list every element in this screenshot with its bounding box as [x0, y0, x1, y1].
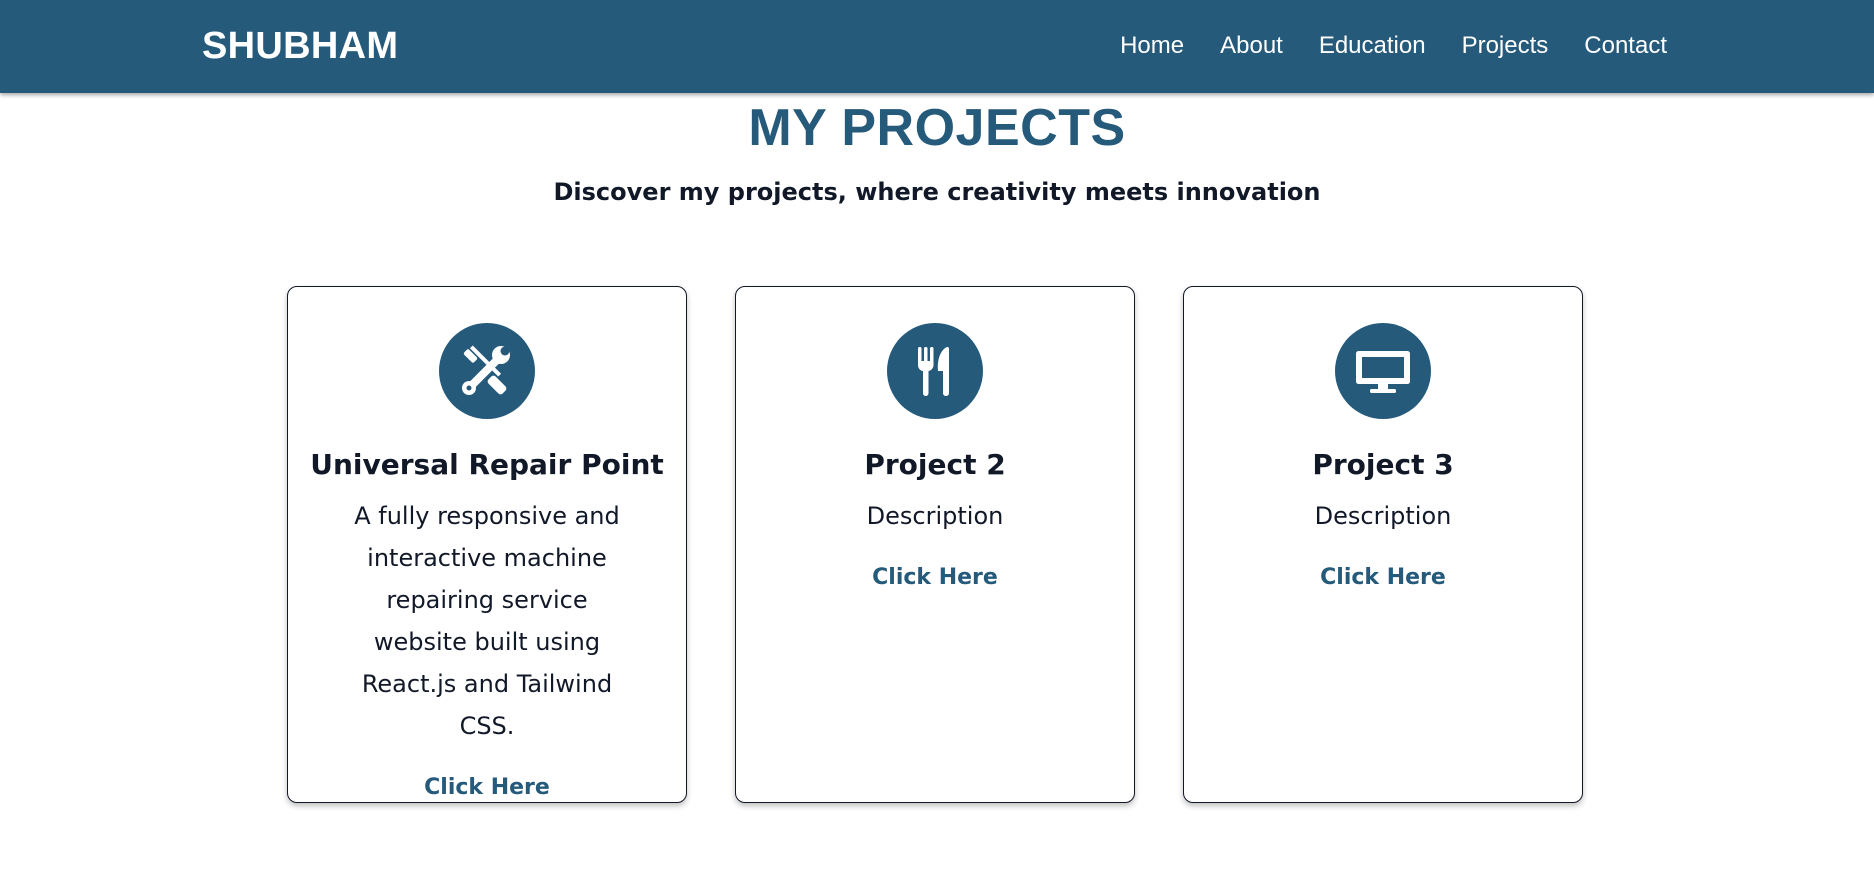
nav-link-home[interactable]: Home	[1120, 29, 1184, 63]
brand-logo[interactable]: SHUBHAM	[202, 22, 398, 70]
page-subtitle: Discover my projects, where creativity m…	[553, 178, 1321, 206]
nav-link-projects[interactable]: Projects	[1462, 29, 1549, 63]
nav-link-contact[interactable]: Contact	[1584, 29, 1667, 63]
project-card-2: Project 2 Description Click Here	[735, 286, 1135, 803]
project-card-3: Project 3 Description Click Here	[1183, 286, 1583, 803]
nav-link-education[interactable]: Education	[1319, 29, 1426, 63]
project-link[interactable]: Click Here	[872, 563, 998, 593]
project-description: Description	[866, 502, 1004, 530]
project-title: Universal Repair Point	[310, 448, 664, 481]
nav-link-about[interactable]: About	[1220, 29, 1283, 63]
project-link[interactable]: Click Here	[424, 773, 550, 803]
project-description: A fully responsive and interactive machi…	[354, 502, 620, 740]
project-link[interactable]: Click Here	[1320, 563, 1446, 593]
project-card-1: Universal Repair Point A fully responsiv…	[287, 286, 687, 803]
page-title: MY PROJECTS	[748, 99, 1126, 157]
desktop-icon	[1335, 323, 1431, 419]
project-description: Description	[1314, 502, 1452, 530]
nav-links: Home About Education Projects Contact	[1120, 29, 1667, 63]
navbar: SHUBHAM Home About Education Projects Co…	[0, 0, 1874, 93]
utensils-icon	[887, 323, 983, 419]
project-title: Project 2	[864, 448, 1006, 481]
tools-icon	[439, 323, 535, 419]
project-title: Project 3	[1312, 448, 1454, 481]
